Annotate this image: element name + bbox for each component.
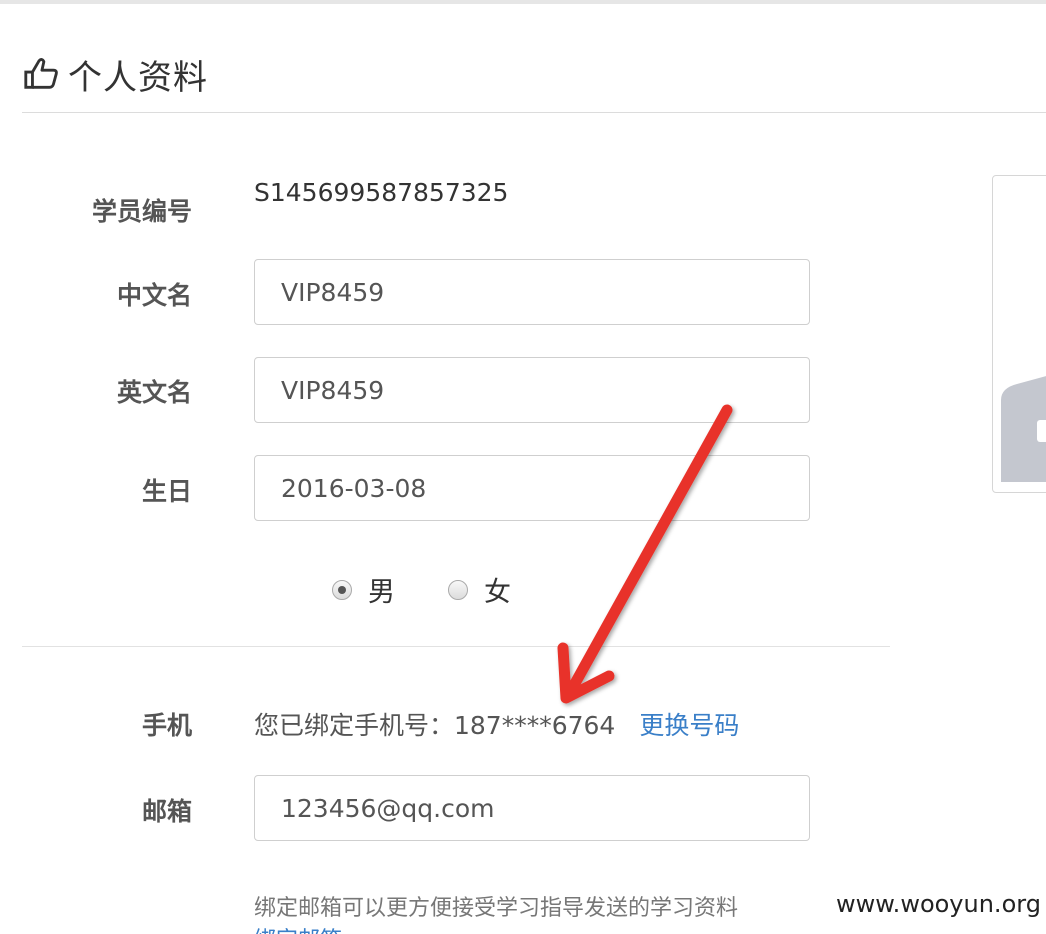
gender-male-label: 男: [368, 577, 395, 608]
birthday-field[interactable]: [254, 455, 810, 521]
radio-unchecked-icon[interactable]: [448, 579, 468, 600]
top-border: [0, 0, 1046, 4]
gender-radio-male[interactable]: 男: [332, 570, 395, 609]
chinese-name-label: 中文名: [116, 281, 192, 310]
bind-email-link[interactable]: 绑定邮箱: [254, 922, 342, 934]
radio-checked-icon[interactable]: [332, 579, 352, 600]
chinese-name-input[interactable]: [255, 260, 809, 324]
birthday-input[interactable]: [255, 456, 809, 520]
avatar-placeholder-icon: [1001, 376, 1046, 482]
avatar-panel[interactable]: [992, 175, 1046, 493]
header-divider: [22, 112, 1046, 113]
student-id-label: 学员编号: [91, 197, 192, 226]
email-field[interactable]: [254, 775, 810, 841]
english-name-label: 英文名: [116, 378, 192, 407]
english-name-field[interactable]: [254, 357, 810, 423]
birthday-label: 生日: [141, 477, 192, 506]
phone-info: 您已绑定手机号：187****6764 更换号码: [254, 706, 739, 742]
page-header: 个人资料: [22, 52, 208, 98]
english-name-input[interactable]: [255, 358, 809, 422]
watermark: www.wooyun.org: [836, 890, 1041, 918]
gender-female-label: 女: [484, 577, 511, 608]
gender-radio-female[interactable]: 女: [448, 570, 511, 609]
email-hint: 绑定邮箱可以更方便接受学习指导发送的学习资料: [254, 896, 739, 921]
chinese-name-field[interactable]: [254, 259, 810, 325]
email-label: 邮箱: [141, 797, 192, 826]
page-title: 个人资料: [68, 57, 208, 98]
change-phone-link[interactable]: 更换号码: [639, 706, 739, 742]
section-divider: [22, 646, 890, 647]
thumbs-up-icon: [24, 58, 58, 89]
student-id-value: S145699587857325: [254, 178, 509, 207]
email-input[interactable]: [255, 776, 809, 840]
phone-bound-text: 您已绑定手机号：187****6764: [254, 711, 616, 740]
phone-label: 手机: [141, 711, 192, 740]
